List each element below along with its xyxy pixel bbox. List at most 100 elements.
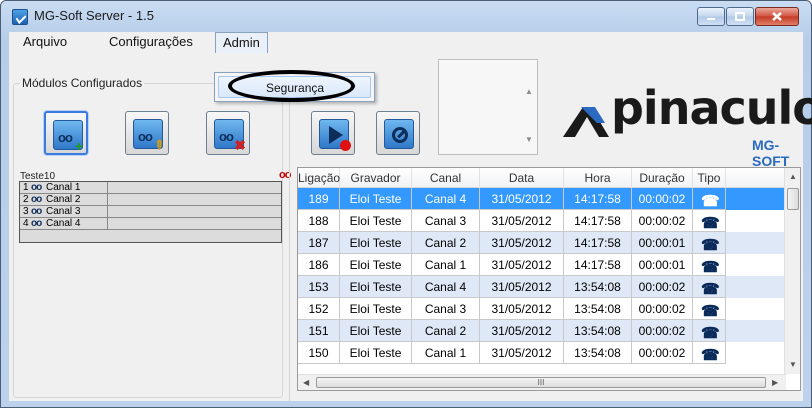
- table-cell: 14:17:58: [564, 254, 632, 276]
- table-cell: 31/05/2012: [480, 232, 564, 254]
- grid-vertical-scrollbar[interactable]: ▲ ▼: [784, 168, 800, 374]
- remove-device-button[interactable]: oo ✖: [206, 111, 250, 155]
- scroll-down-icon[interactable]: ▼: [525, 135, 533, 144]
- scroll-up-icon[interactable]: ▲: [789, 172, 797, 181]
- table-row[interactable]: 186 Eloi Teste Canal 1 31/05/2012 14:17:58 00…: [298, 254, 786, 276]
- table-cell: Eloi Teste: [340, 232, 412, 254]
- incoming-call-icon: ☎: [693, 298, 726, 320]
- table-cell: Canal 4: [412, 188, 480, 210]
- table-cell: 153: [298, 276, 340, 298]
- table-cell: 00:00:01: [632, 254, 693, 276]
- table-cell: 00:00:01: [632, 232, 693, 254]
- vertical-scroll-thumb[interactable]: [787, 188, 799, 210]
- add-device-button[interactable]: oo +: [44, 111, 88, 155]
- table-row[interactable]: 150 Eloi Teste Canal 1 31/05/2012 13:54:08 00…: [298, 342, 786, 364]
- scroll-up-icon[interactable]: ▲: [525, 87, 533, 96]
- table-cell: Eloi Teste: [340, 298, 412, 320]
- table-cell: Eloi Teste: [340, 254, 412, 276]
- menu-admin[interactable]: Admin: [215, 32, 268, 53]
- col-gravador[interactable]: Gravador: [340, 168, 412, 188]
- horizontal-scroll-thumb[interactable]: III: [316, 377, 766, 388]
- table-cell: 13:54:08: [564, 320, 632, 342]
- grid-horizontal-scrollbar[interactable]: ◀ III ▶: [298, 374, 786, 390]
- table-cell: 14:17:58: [564, 232, 632, 254]
- table-cell: 00:00:02: [632, 342, 693, 364]
- pinaculo-logo: pinaculo MG-SOFT: [561, 81, 812, 169]
- table-cell: 151: [298, 320, 340, 342]
- maximize-icon: [727, 8, 753, 25]
- calls-grid[interactable]: Ligação Gravador Canal Data Hora Duração…: [297, 167, 801, 391]
- app-icon: [12, 9, 28, 25]
- col-duracao[interactable]: Duração: [632, 168, 693, 188]
- channel-row[interactable]: 1 oo Canal 1: [20, 182, 281, 194]
- table-cell: 186: [298, 254, 340, 276]
- table-cell: 14:17:58: [564, 210, 632, 232]
- modules-group-label: Módulos Configurados: [20, 76, 145, 90]
- col-tipo[interactable]: Tipo: [693, 168, 726, 188]
- table-row[interactable]: 187 Eloi Teste Canal 2 31/05/2012 14:17:58 00…: [298, 232, 786, 254]
- table-cell: Eloi Teste: [340, 210, 412, 232]
- menu-item-seguranca[interactable]: Segurança: [218, 76, 371, 98]
- channel-row[interactable]: 3 oo Canal 3: [20, 206, 281, 218]
- col-ligacao[interactable]: Ligação: [298, 168, 340, 188]
- edit-device-icon: oo ✎: [133, 119, 168, 154]
- table-cell: Canal 3: [412, 298, 480, 320]
- play-record-icon: [319, 119, 351, 151]
- menu-arquivo[interactable]: Arquivo: [16, 32, 74, 53]
- scroll-down-icon[interactable]: ▼: [789, 360, 797, 369]
- table-cell: Canal 1: [412, 342, 480, 364]
- minimize-button[interactable]: [697, 7, 725, 26]
- table-cell: 00:00:02: [632, 276, 693, 298]
- col-canal[interactable]: Canal: [412, 168, 480, 188]
- table-row[interactable]: 151 Eloi Teste Canal 2 31/05/2012 13:54:08 00…: [298, 320, 786, 342]
- table-cell: 00:00:02: [632, 320, 693, 342]
- col-hora[interactable]: Hora: [564, 168, 632, 188]
- main-window: MG-Soft Server - 1.5 Arquivo Configuraçõ…: [0, 0, 812, 408]
- table-cell: Canal 2: [412, 232, 480, 254]
- stop-icon: [384, 119, 414, 149]
- log-textbox[interactable]: ▲ ▼: [438, 59, 538, 155]
- window-title: MG-Soft Server - 1.5: [34, 8, 154, 23]
- scroll-right-icon[interactable]: ▶: [772, 378, 778, 387]
- table-cell: Canal 1: [412, 254, 480, 276]
- channel-row[interactable]: 2 oo Canal 2: [20, 194, 281, 206]
- add-device-icon: oo +: [53, 120, 83, 153]
- logo-mark-icon: [563, 107, 609, 137]
- play-record-button[interactable]: [311, 111, 355, 155]
- logo-subtitle: MG-SOFT: [752, 137, 790, 169]
- table-cell: 14:17:58: [564, 188, 632, 210]
- table-cell: Eloi Teste: [340, 188, 412, 210]
- incoming-call-icon: ☎: [693, 232, 726, 254]
- edit-device-button[interactable]: oo ✎: [125, 111, 169, 155]
- scroll-left-icon[interactable]: ◀: [303, 378, 309, 387]
- table-row[interactable]: 152 Eloi Teste Canal 3 31/05/2012 13:54:08 00…: [298, 298, 786, 320]
- table-cell: 13:54:08: [564, 276, 632, 298]
- table-cell: 31/05/2012: [480, 320, 564, 342]
- close-button[interactable]: [755, 7, 799, 26]
- table-cell: 31/05/2012: [480, 188, 564, 210]
- table-cell: 31/05/2012: [480, 254, 564, 276]
- incoming-call-icon: ☎: [693, 188, 726, 210]
- incoming-call-icon: ☎: [693, 276, 726, 298]
- log-scrollbar[interactable]: ▲ ▼: [522, 61, 536, 153]
- table-row[interactable]: 188 Eloi Teste Canal 3 31/05/2012 14:17:58 00…: [298, 210, 786, 232]
- stop-button[interactable]: [376, 111, 420, 155]
- menu-configuracoes[interactable]: Configurações: [102, 32, 200, 53]
- table-cell: 13:54:08: [564, 342, 632, 364]
- table-row[interactable]: 189 Eloi Teste Canal 4 31/05/2012 14:17:58 00…: [298, 188, 786, 210]
- title-bar[interactable]: MG-Soft Server - 1.5: [1, 1, 811, 31]
- table-cell: Canal 4: [412, 276, 480, 298]
- col-data[interactable]: Data: [480, 168, 564, 188]
- channel-list[interactable]: 1 oo Canal 1 2 oo Canal 2 3 oo Canal 3 4 oo Cana…: [19, 181, 282, 243]
- channel-row[interactable]: 4 oo Canal 4: [20, 218, 281, 230]
- table-cell: 189: [298, 188, 340, 210]
- maximize-button[interactable]: [726, 7, 754, 26]
- minimize-icon: [698, 8, 724, 25]
- table-cell: 00:00:02: [632, 210, 693, 232]
- table-cell: 00:00:02: [632, 298, 693, 320]
- menu-item-seguranca-label: Segurança: [266, 81, 325, 95]
- table-cell: 13:54:08: [564, 298, 632, 320]
- table-row[interactable]: 153 Eloi Teste Canal 4 31/05/2012 13:54:08 00…: [298, 276, 786, 298]
- table-cell: 00:00:02: [632, 188, 693, 210]
- table-cell: 31/05/2012: [480, 298, 564, 320]
